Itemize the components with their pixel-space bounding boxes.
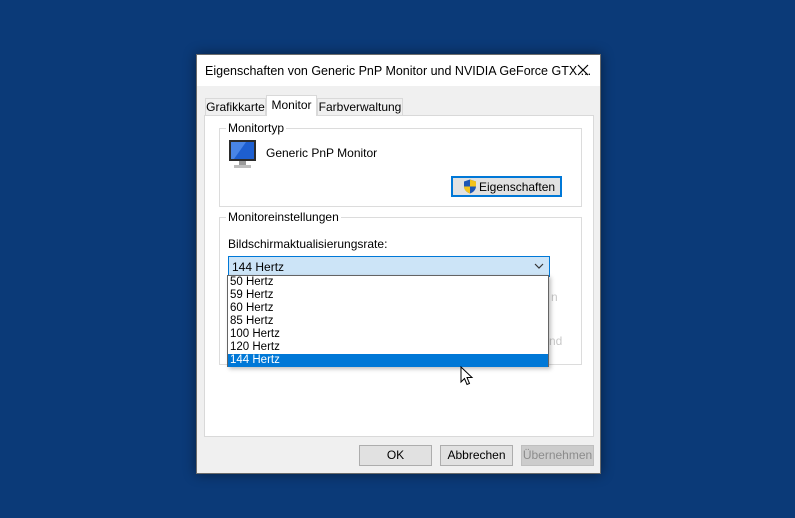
properties-dialog: Eigenschaften von Generic PnP Monitor un… (196, 54, 601, 474)
dropdown-option[interactable]: 50 Hertz (228, 276, 548, 289)
dropdown-option-selected[interactable]: 144 Hertz (228, 354, 548, 367)
dropdown-option[interactable]: 85 Hertz (228, 315, 548, 328)
tab-grafikkarte[interactable]: Grafikkarte (205, 98, 266, 115)
refresh-rate-dropdown-list[interactable]: 50 Hertz 59 Hertz 60 Hertz 85 Hertz 100 … (227, 275, 549, 367)
dropdown-option[interactable]: 120 Hertz (228, 341, 548, 354)
mouse-cursor-icon (460, 366, 474, 386)
refresh-rate-label: Bildschirmaktualisierungsrate: (228, 237, 388, 251)
monitoreinstellungen-group-label: Monitoreinstellungen (226, 210, 341, 224)
cancel-button[interactable]: Abbrechen (440, 445, 513, 466)
obscured-text-fragment: n (551, 290, 558, 304)
dropdown-option[interactable]: 60 Hertz (228, 302, 548, 315)
close-button[interactable] (566, 55, 600, 86)
chevron-down-icon (534, 263, 544, 269)
tab-monitor[interactable]: Monitor (266, 95, 317, 116)
close-icon (577, 64, 589, 76)
eigenschaften-button-label: Eigenschaften (479, 180, 556, 194)
tab-farbverwaltung[interactable]: Farbverwaltung (317, 98, 403, 115)
ok-button[interactable]: OK (359, 445, 432, 466)
apply-button[interactable]: Übernehmen (521, 445, 594, 466)
title-bar[interactable]: Eigenschaften von Generic PnP Monitor un… (197, 55, 600, 86)
uac-shield-icon (464, 179, 476, 194)
monitortyp-group-label: Monitortyp (226, 121, 287, 135)
refresh-rate-value: 144 Hertz (232, 260, 285, 274)
monitor-name: Generic PnP Monitor (266, 146, 378, 160)
dropdown-option[interactable]: 100 Hertz (228, 328, 548, 341)
refresh-rate-select[interactable]: 144 Hertz (228, 256, 550, 277)
window-title: Eigenschaften von Generic PnP Monitor un… (205, 64, 592, 78)
monitor-icon (229, 140, 256, 168)
obscured-text-fragment: nd (549, 334, 563, 348)
dropdown-option[interactable]: 59 Hertz (228, 289, 548, 302)
eigenschaften-button[interactable]: Eigenschaften (451, 176, 562, 197)
monitortyp-group: Monitortyp Generic PnP Monitor Eigenscha… (219, 121, 582, 207)
